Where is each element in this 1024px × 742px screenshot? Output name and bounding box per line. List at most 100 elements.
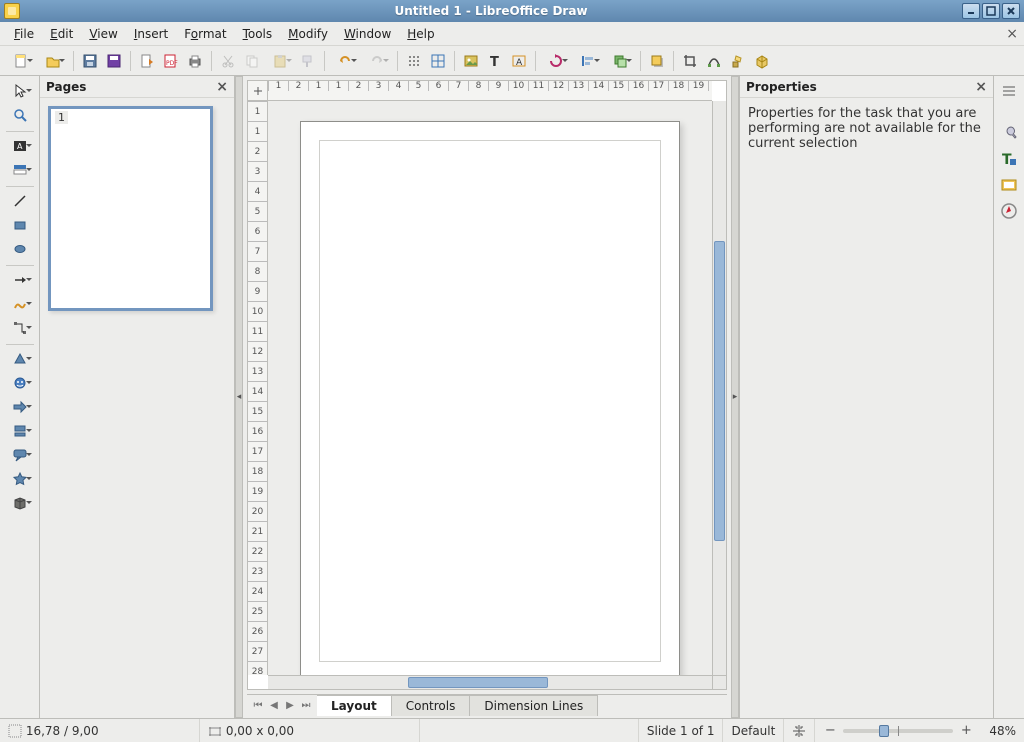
3d-objects-tool[interactable] <box>5 492 35 514</box>
menu-tools[interactable]: Tools <box>235 24 281 44</box>
open-button[interactable] <box>38 50 68 72</box>
rotate-button[interactable] <box>541 50 571 72</box>
save-button[interactable] <box>79 50 101 72</box>
tab-controls[interactable]: Controls <box>392 695 471 716</box>
align-button[interactable] <box>573 50 603 72</box>
fill-tool[interactable] <box>5 159 35 181</box>
save-as-button[interactable] <box>103 50 125 72</box>
menu-view[interactable]: View <box>81 24 125 44</box>
sidebar-gallery-tab[interactable] <box>998 174 1020 196</box>
zoom-slider[interactable]: − + <box>815 724 981 738</box>
text-style-tool[interactable]: A <box>5 135 35 157</box>
svg-text:PDF: PDF <box>166 60 178 67</box>
symbol-shapes-tool[interactable] <box>5 372 35 394</box>
grid-button[interactable] <box>403 50 425 72</box>
menu-edit[interactable]: Edit <box>42 24 81 44</box>
collapse-pages-handle[interactable]: ◂ <box>235 76 243 718</box>
crop-button[interactable] <box>679 50 701 72</box>
callouts-tool[interactable] <box>5 444 35 466</box>
arrow-tool[interactable] <box>5 269 35 291</box>
undo-button[interactable] <box>330 50 360 72</box>
tab-prev-button[interactable]: ◀ <box>267 699 281 713</box>
curve-tool[interactable] <box>5 293 35 315</box>
insert-image-button[interactable] <box>460 50 482 72</box>
pages-panel: Pages × 1 <box>40 76 235 718</box>
canvas-viewport[interactable] <box>268 101 712 675</box>
sidebar-settings-button[interactable] <box>998 80 1020 102</box>
menu-file[interactable]: File <box>6 24 42 44</box>
arrange-button[interactable] <box>605 50 635 72</box>
copy-button[interactable] <box>241 50 263 72</box>
stars-tool[interactable] <box>5 468 35 490</box>
tab-layout[interactable]: Layout <box>317 695 392 716</box>
tab-next-button[interactable]: ▶ <box>283 699 297 713</box>
page-number: 1 <box>55 111 68 124</box>
close-window-button[interactable] <box>1002 3 1020 19</box>
menubar: File Edit View Insert Format Tools Modif… <box>0 22 1024 46</box>
main-toolbar: PDF T A <box>0 46 1024 76</box>
svg-text:A: A <box>516 58 523 68</box>
insert-textbox-button[interactable]: A <box>508 50 530 72</box>
menu-help[interactable]: Help <box>399 24 442 44</box>
menu-window[interactable]: Window <box>336 24 399 44</box>
sidebar-properties-tab[interactable] <box>998 122 1020 144</box>
tab-last-button[interactable]: ⏭ <box>299 699 313 713</box>
page-margin-guide <box>319 140 661 662</box>
vertical-ruler[interactable]: 1123456789101112131415161718192021222324… <box>248 101 268 675</box>
close-properties-panel-button[interactable]: × <box>975 79 987 95</box>
new-button[interactable] <box>6 50 36 72</box>
ellipse-tool[interactable] <box>9 238 31 260</box>
zoom-tool[interactable] <box>9 104 31 126</box>
connector-tool[interactable] <box>5 317 35 339</box>
collapse-properties-handle[interactable]: ▸ <box>731 76 739 718</box>
export-button[interactable] <box>136 50 158 72</box>
basic-shapes-tool[interactable] <box>5 348 35 370</box>
close-pages-panel-button[interactable]: × <box>216 79 228 95</box>
extrusion-button[interactable] <box>751 50 773 72</box>
redo-button[interactable] <box>362 50 392 72</box>
sidebar-navigator-tab[interactable] <box>998 200 1020 222</box>
shadow-button[interactable] <box>646 50 668 72</box>
scrollbar-corner <box>712 675 726 689</box>
line-tool[interactable] <box>9 190 31 212</box>
status-zoom[interactable]: 48% <box>989 724 1016 738</box>
status-style[interactable]: Default <box>731 724 775 738</box>
page-thumbnail[interactable]: 1 <box>48 106 213 311</box>
flowchart-tool[interactable] <box>5 420 35 442</box>
block-arrows-tool[interactable] <box>5 396 35 418</box>
paste-button[interactable] <box>265 50 295 72</box>
tab-first-button[interactable]: ⏮ <box>251 699 265 713</box>
horizontal-ruler[interactable]: 1211234567891011121314151617181920 <box>268 81 712 101</box>
clone-format-button[interactable] <box>297 50 319 72</box>
menu-insert[interactable]: Insert <box>126 24 176 44</box>
sidebar-styles-tab[interactable]: T <box>998 148 1020 170</box>
helplines-button[interactable] <box>427 50 449 72</box>
insert-text-button[interactable]: T <box>484 50 506 72</box>
maximize-button[interactable] <box>982 3 1000 19</box>
titlebar: Untitled 1 - LibreOffice Draw <box>0 0 1024 22</box>
close-document-button[interactable]: × <box>1006 26 1018 42</box>
status-size: 0,00 x 0,00 <box>226 724 294 738</box>
menu-format[interactable]: Format <box>176 24 234 44</box>
ruler-corner[interactable] <box>248 81 268 101</box>
horizontal-scrollbar[interactable] <box>268 675 712 689</box>
status-modified <box>420 719 639 742</box>
svg-text:T: T <box>490 55 499 69</box>
select-tool[interactable] <box>5 80 35 102</box>
properties-message: Properties for the task that you are per… <box>748 106 985 151</box>
rectangle-tool[interactable] <box>9 214 31 236</box>
zoom-out-button[interactable]: − <box>823 724 837 738</box>
glue-points-button[interactable] <box>727 50 749 72</box>
menu-modify[interactable]: Modify <box>280 24 336 44</box>
cut-button[interactable] <box>217 50 239 72</box>
minimize-button[interactable] <box>962 3 980 19</box>
edit-points-button[interactable] <box>703 50 725 72</box>
fit-page-button[interactable] <box>784 719 815 742</box>
vertical-scrollbar[interactable] <box>712 101 726 675</box>
zoom-in-button[interactable]: + <box>959 724 973 738</box>
export-pdf-button[interactable]: PDF <box>160 50 182 72</box>
size-icon <box>208 724 222 738</box>
print-button[interactable] <box>184 50 206 72</box>
tab-dimension-lines[interactable]: Dimension Lines <box>470 695 598 716</box>
drawing-page[interactable] <box>300 121 680 675</box>
